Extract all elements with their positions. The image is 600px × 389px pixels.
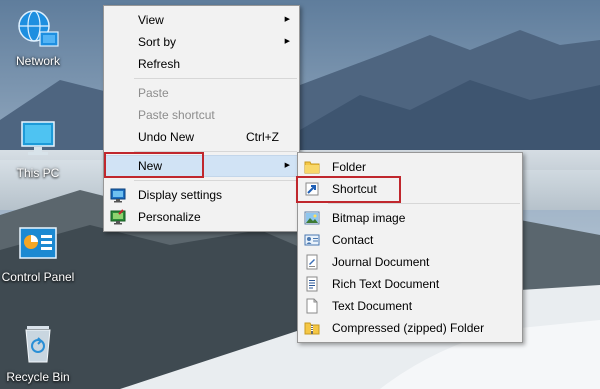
menu-item-view[interactable]: View ▶ — [104, 9, 299, 31]
menu-item-label: Paste — [138, 86, 169, 100]
new-submenu: Folder Shortcut Bitmap image Contact Jou… — [297, 152, 523, 343]
journal-document-icon — [304, 254, 320, 270]
desktop-icon-label: Control Panel — [1, 270, 75, 284]
control-panel-icon — [16, 222, 60, 266]
menu-item-paste-shortcut: Paste shortcut — [104, 104, 299, 126]
menu-item-personalize[interactable]: Personalize — [104, 206, 299, 228]
menu-item-label: Sort by — [138, 35, 177, 49]
submenu-item-contact[interactable]: Contact — [298, 229, 522, 251]
submenu-arrow-icon: ▶ — [284, 162, 290, 169]
submenu-item-text-document[interactable]: Text Document — [298, 295, 522, 317]
desktop-icon-label: Network — [15, 54, 60, 68]
menu-item-label: Rich Text Document — [332, 277, 440, 291]
desktop-icon-network[interactable]: Network — [0, 6, 76, 68]
contact-icon — [304, 232, 320, 248]
desktop[interactable]: Network This PC Control Panel Recycle Bi… — [0, 0, 600, 389]
menu-item-label: New — [138, 159, 163, 173]
folder-icon — [304, 159, 320, 175]
menu-item-label: Shortcut — [332, 182, 377, 196]
submenu-item-compressed-folder[interactable]: Compressed (zipped) Folder — [298, 317, 522, 339]
shortcut-icon — [304, 181, 320, 197]
desktop-icon-label: This PC — [16, 166, 60, 180]
menu-item-label: Display settings — [138, 188, 223, 202]
display-settings-icon — [110, 187, 126, 203]
menu-separator — [134, 151, 297, 152]
zipped-folder-icon — [304, 320, 320, 336]
personalize-icon — [110, 209, 126, 225]
menu-item-label: Bitmap image — [332, 211, 406, 225]
submenu-item-journal-document[interactable]: Journal Document — [298, 251, 522, 273]
recycle-bin-icon — [16, 322, 60, 366]
menu-item-sort-by[interactable]: Sort by ▶ — [104, 31, 299, 53]
submenu-arrow-icon: ▶ — [284, 16, 290, 23]
text-document-icon — [304, 298, 320, 314]
submenu-item-folder[interactable]: Folder — [298, 156, 522, 178]
menu-item-new[interactable]: New ▶ — [104, 155, 299, 177]
menu-item-label: Folder — [332, 160, 367, 174]
bitmap-image-icon — [304, 210, 320, 226]
submenu-item-shortcut[interactable]: Shortcut — [298, 178, 522, 200]
submenu-item-rich-text-document[interactable]: Rich Text Document — [298, 273, 522, 295]
menu-item-label: Paste shortcut — [138, 108, 215, 122]
menu-separator — [328, 203, 520, 204]
desktop-icon-control-panel[interactable]: Control Panel — [0, 222, 76, 284]
this-pc-icon — [16, 118, 60, 162]
desktop-icon-recycle-bin[interactable]: Recycle Bin — [0, 322, 76, 384]
menu-item-label: Refresh — [138, 57, 181, 71]
submenu-item-bitmap-image[interactable]: Bitmap image — [298, 207, 522, 229]
desktop-icon-this-pc[interactable]: This PC — [0, 118, 76, 180]
menu-separator — [134, 78, 297, 79]
menu-item-undo-new[interactable]: Undo New Ctrl+Z — [104, 126, 299, 148]
menu-item-refresh[interactable]: Refresh — [104, 53, 299, 75]
menu-item-label: Compressed (zipped) Folder — [332, 321, 485, 335]
network-icon — [16, 6, 60, 50]
submenu-arrow-icon: ▶ — [284, 38, 290, 45]
menu-item-display-settings[interactable]: Display settings — [104, 184, 299, 206]
menu-item-label: Personalize — [138, 210, 201, 224]
menu-item-paste: Paste — [104, 82, 299, 104]
menu-item-label: Undo New — [138, 130, 195, 144]
menu-item-label: View — [138, 13, 164, 27]
desktop-context-menu: View ▶ Sort by ▶ Refresh Paste Paste sho… — [103, 5, 300, 232]
menu-item-label: Contact — [332, 233, 374, 247]
menu-separator — [134, 180, 297, 181]
menu-item-shortcut-key: Ctrl+Z — [246, 130, 279, 144]
desktop-icon-label: Recycle Bin — [6, 370, 70, 384]
rich-text-document-icon — [304, 276, 320, 292]
menu-item-label: Text Document — [332, 299, 413, 313]
menu-item-label: Journal Document — [332, 255, 430, 269]
